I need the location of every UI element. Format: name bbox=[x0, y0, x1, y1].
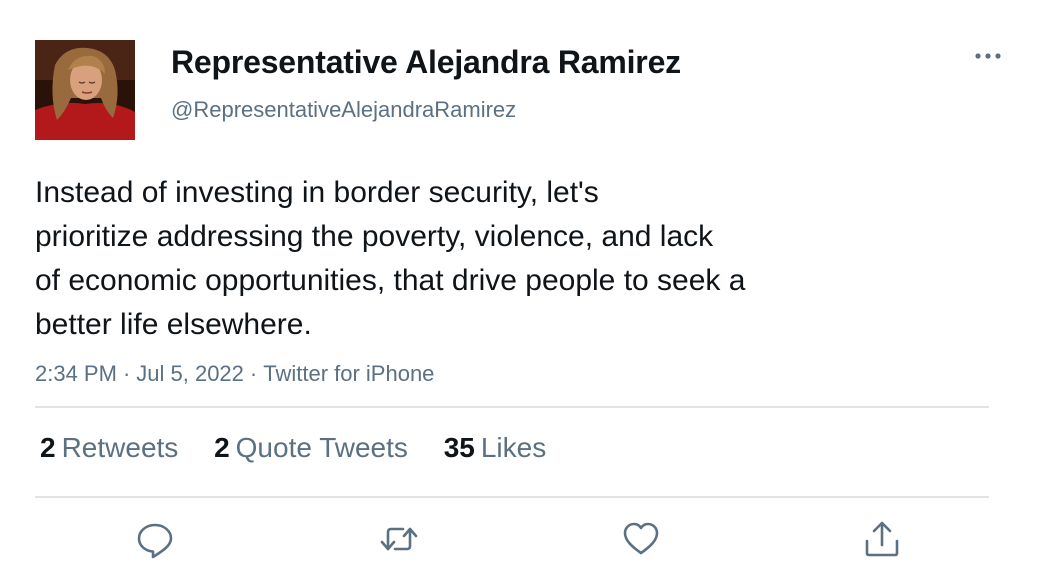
tweet-source[interactable]: Twitter for iPhone bbox=[263, 361, 434, 386]
avatar[interactable] bbox=[35, 40, 135, 140]
tweet-text-line: better life elsewhere. bbox=[35, 308, 312, 341]
retweets-count: 2 bbox=[40, 432, 56, 463]
tweet-date[interactable]: Jul 5, 2022 bbox=[136, 361, 244, 386]
more-options-icon[interactable] bbox=[970, 44, 1006, 68]
share-icon[interactable] bbox=[862, 519, 902, 559]
quote-tweets-stat[interactable]: 2 Quote Tweets bbox=[214, 432, 408, 464]
quote-tweets-count: 2 bbox=[214, 432, 230, 463]
likes-stat[interactable]: 35 Likes bbox=[444, 432, 547, 464]
retweets-label: Retweets bbox=[61, 432, 179, 463]
likes-label: Likes bbox=[480, 432, 547, 463]
meta-separator: · bbox=[122, 361, 131, 386]
retweets-stat[interactable]: 2 Retweets bbox=[40, 432, 178, 464]
meta-separator: · bbox=[249, 361, 258, 386]
like-icon[interactable] bbox=[621, 519, 661, 559]
quote-tweets-label: Quote Tweets bbox=[235, 432, 408, 463]
author-handle[interactable]: @RepresentativeAlejandraRamirez bbox=[171, 97, 516, 123]
author-display-name[interactable]: Representative Alejandra Ramirez bbox=[171, 44, 681, 81]
reply-icon[interactable] bbox=[135, 519, 175, 559]
tweet-text-line: of economic opportunities, that drive pe… bbox=[35, 264, 746, 297]
likes-count: 35 bbox=[443, 432, 475, 463]
tweet-text-line: prioritize addressing the poverty, viole… bbox=[35, 220, 714, 253]
engagement-stats: 2 Retweets 2 Quote Tweets 35 Likes bbox=[40, 432, 574, 464]
divider bbox=[35, 496, 989, 498]
tweet-time[interactable]: 2:34 PM bbox=[35, 361, 117, 386]
profile-photo bbox=[35, 40, 135, 140]
retweet-icon[interactable] bbox=[379, 519, 419, 559]
tweet-text-line: Instead of investing in border security,… bbox=[35, 176, 599, 209]
tweet-text: Instead of investing in border security,… bbox=[35, 171, 915, 347]
tweet-metadata: 2:34 PM · Jul 5, 2022 · Twitter for iPhone bbox=[35, 361, 434, 387]
divider bbox=[35, 406, 989, 408]
